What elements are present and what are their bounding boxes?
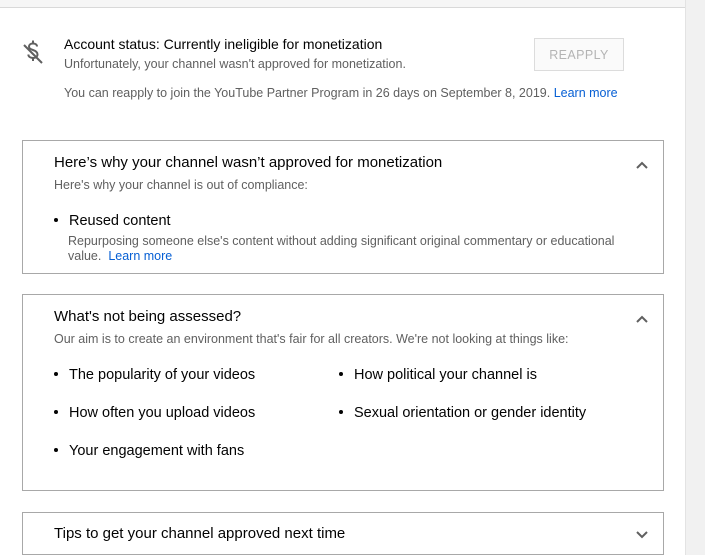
top-divider (0, 0, 685, 8)
bullet-dot (339, 410, 343, 415)
not-assessed-card: What's not being assessed? Our aim is to… (22, 294, 664, 491)
reapply-info: You can reapply to join the YouTube Part… (64, 86, 618, 100)
card-title: What's not being assessed? (54, 308, 242, 325)
list-item: Sexual orientation or gender identity (339, 405, 586, 421)
list-item: Your engagement with fans (54, 443, 244, 459)
reason-title: Reused content (69, 213, 171, 229)
account-status-subtitle: Unfortunately, your channel wasn't appro… (64, 57, 406, 71)
reapply-button[interactable]: REAPPLY (534, 38, 624, 71)
list-item: The popularity of your videos (54, 367, 255, 383)
chevron-up-icon[interactable] (635, 160, 649, 170)
scrollbar-track[interactable] (685, 0, 705, 555)
bullet-dot (54, 410, 58, 415)
learn-more-link[interactable]: Learn more (554, 86, 618, 100)
reason-description: Repurposing someone else's content witho… (68, 234, 653, 264)
chevron-up-icon[interactable] (635, 314, 649, 324)
list-item-label: The popularity of your videos (69, 367, 256, 383)
list-item: How often you upload videos (54, 405, 255, 421)
list-item: How political your channel is (339, 367, 537, 383)
card-title: Here’s why your channel wasn’t approved … (54, 154, 443, 171)
bullet-dot (54, 218, 58, 223)
bullet-dot (339, 372, 343, 377)
bullet-dot (54, 372, 58, 377)
reapply-text: You can reapply to join the YouTube Part… (64, 86, 551, 100)
list-item-label: Sexual orientation or gender identity (354, 405, 587, 421)
card-title: Tips to get your channel approved next t… (54, 525, 346, 542)
account-status-title: Account status: Currently ineligible for… (64, 36, 383, 52)
learn-more-link[interactable]: Learn more (108, 249, 172, 263)
why-not-approved-card: Here’s why your channel wasn’t approved … (22, 140, 664, 274)
list-item-label: How political your channel is (354, 367, 537, 383)
list-item-label: Your engagement with fans (69, 443, 245, 459)
list-item-label: How often you upload videos (69, 405, 256, 421)
reason-item: Reused content (54, 213, 171, 229)
dollar-slash-icon (23, 40, 43, 64)
tips-card[interactable]: Tips to get your channel approved next t… (22, 512, 664, 555)
bullet-dot (54, 448, 58, 453)
card-subtitle: Our aim is to create an environment that… (54, 332, 569, 346)
chevron-down-icon[interactable] (635, 530, 649, 540)
card-subtitle: Here's why your channel is out of compli… (54, 178, 308, 192)
